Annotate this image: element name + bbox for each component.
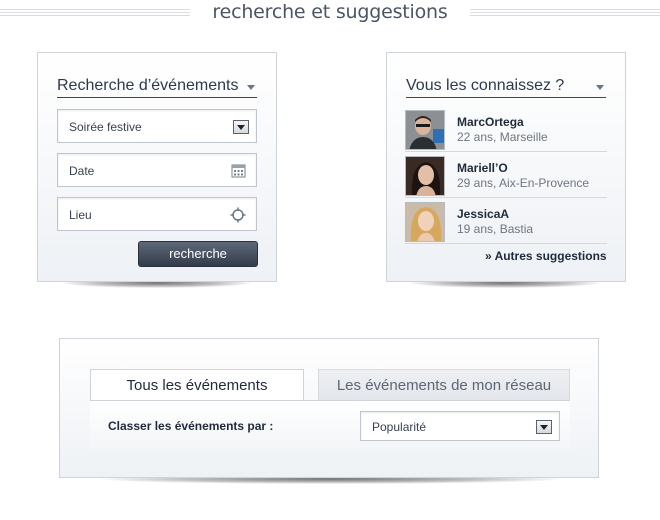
suggestion-info: 29 ans, Aix-En-Provence: [457, 176, 590, 190]
avatar-photo-icon: [406, 157, 444, 195]
dropdown-arrow-icon[interactable]: [233, 120, 249, 134]
dropdown-arrow-icon[interactable]: [536, 420, 552, 434]
suggestion-item[interactable]: Mariell’O 29 ans, Aix-En-Provence: [405, 153, 605, 199]
avatar-jessicaa[interactable]: [405, 202, 445, 242]
events-tab-content: Classer les événements par : Popularité: [90, 400, 570, 450]
suggestion-item[interactable]: JessicaA 19 ans, Bastia: [405, 199, 605, 245]
location-field-value: Lieu: [69, 208, 92, 222]
avatar-marcortega[interactable]: [405, 110, 445, 150]
event-type-value: Soirée festive: [69, 120, 142, 134]
sort-select[interactable]: Popularité: [360, 411, 560, 441]
divider: [405, 151, 607, 152]
suggestion-info: 19 ans, Bastia: [457, 222, 534, 236]
calendar-icon[interactable]: [231, 163, 246, 178]
suggestion-name[interactable]: JessicaA: [457, 207, 509, 221]
title-underline: [406, 97, 606, 98]
header-decoration-right: [470, 9, 660, 18]
suggestion-name[interactable]: Mariell’O: [457, 161, 508, 175]
crosshair-icon[interactable]: [230, 207, 246, 223]
suggestion-info: 22 ans, Marseille: [457, 130, 548, 144]
location-field[interactable]: Lieu: [57, 197, 257, 231]
suggestion-item[interactable]: MarcOrtega 22 ans, Marseille: [405, 107, 605, 153]
avatar-photo-icon: [406, 111, 444, 149]
sort-select-value: Popularité: [372, 420, 427, 434]
date-field[interactable]: Date: [57, 153, 257, 187]
date-field-value: Date: [69, 164, 95, 178]
chevron-down-icon[interactable]: [596, 85, 604, 90]
divider: [405, 197, 607, 198]
avatar-photo-icon: [406, 203, 444, 241]
tab-network-events[interactable]: Les événements de mon réseau: [318, 369, 570, 401]
suggestions-panel-title: Vous les connaissez ?: [406, 77, 565, 94]
chevron-down-icon[interactable]: [247, 85, 255, 90]
tab-all-events[interactable]: Tous les événements: [90, 369, 304, 401]
event-type-select[interactable]: Soirée festive: [57, 109, 257, 143]
more-suggestions-link[interactable]: » Autres suggestions: [485, 249, 607, 263]
avatar-mariello[interactable]: [405, 156, 445, 196]
search-button[interactable]: recherche: [138, 241, 258, 267]
events-panel: Tous les événements Les événements de mo…: [59, 338, 599, 478]
suggestions-panel: Vous les connaissez ? MarcOrtega 22 ans,…: [386, 52, 626, 282]
divider: [405, 243, 607, 244]
section-header: recherche et suggestions: [0, 0, 660, 30]
title-underline: [57, 97, 257, 98]
suggestion-name[interactable]: MarcOrtega: [457, 115, 524, 129]
sort-label: Classer les événements par :: [108, 419, 274, 433]
search-panel: Recherche d’événements Soirée festive Da…: [37, 52, 277, 282]
search-panel-title: Recherche d’événements: [57, 77, 239, 94]
